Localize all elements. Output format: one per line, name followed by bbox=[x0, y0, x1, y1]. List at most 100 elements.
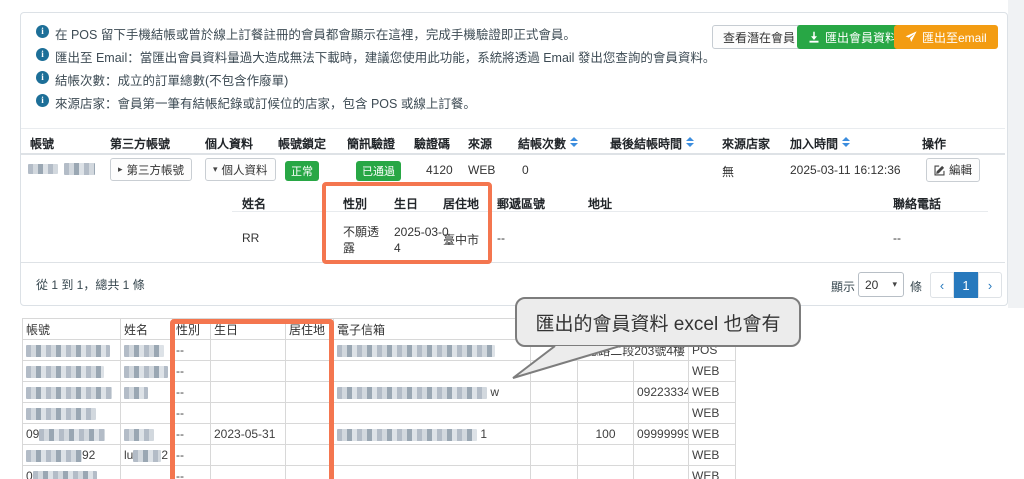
export-members-label: 匯出會員資料 bbox=[825, 29, 897, 46]
detail-phone-value: -- bbox=[893, 231, 901, 245]
page-size-select[interactable]: 20 ▾ bbox=[858, 272, 904, 297]
info-icon: i bbox=[36, 48, 49, 61]
account-fragment: 92 bbox=[82, 448, 95, 462]
col-header-sms: 簡訊驗證 bbox=[347, 135, 395, 152]
checkout-count-value: 0 bbox=[522, 163, 529, 177]
edit-button[interactable]: 編輯 bbox=[926, 158, 980, 182]
col-header-code: 驗證碼 bbox=[414, 135, 450, 152]
caret-right-icon: ▸ bbox=[118, 165, 123, 175]
next-page-button[interactable]: › bbox=[978, 272, 1002, 298]
export-members-button[interactable]: 匯出會員資料 bbox=[797, 25, 908, 49]
excel-row: 92 lu2 -- WEB bbox=[23, 445, 736, 466]
redacted-email bbox=[337, 429, 477, 441]
source-value: WEB bbox=[468, 163, 495, 177]
page-size-show-label: 顯示 bbox=[831, 278, 855, 295]
origin-store-value: 無 bbox=[722, 163, 734, 180]
redacted-account bbox=[64, 163, 95, 175]
col-header-lock: 帳號鎖定 bbox=[278, 135, 326, 152]
redacted-account bbox=[26, 366, 104, 378]
redacted-account bbox=[26, 345, 110, 357]
email-fragment: 1 bbox=[480, 427, 487, 441]
email-fragment: w bbox=[490, 385, 499, 399]
excel-header-email: 電子信箱 bbox=[334, 319, 531, 340]
detail-header-zip: 郵遞區號 bbox=[497, 195, 545, 212]
notice-line: i 結帳次數：成立的訂單總數(不包含作廢單) bbox=[36, 70, 288, 89]
detail-header-phone: 聯絡電話 bbox=[893, 195, 941, 212]
highlight-box-spreadsheet bbox=[170, 319, 334, 479]
caret-down-icon: ▾ bbox=[213, 165, 218, 175]
redacted-account bbox=[39, 429, 105, 441]
redacted-name bbox=[124, 366, 168, 378]
detail-name-value: RR bbox=[242, 231, 259, 245]
col-header-join-time[interactable]: 加入時間 bbox=[790, 135, 850, 152]
notice-text: 在 POS 留下手機結帳或曾於線上訂餐註冊的會員都會顯示在這裡，完成手機驗證即正… bbox=[55, 24, 576, 43]
source-cell: WEB bbox=[689, 361, 736, 382]
personal-info-label: 個人資料 bbox=[222, 162, 268, 178]
redacted-account bbox=[26, 387, 112, 399]
callout-bubble: 匯出的會員資料 excel 也會有 bbox=[515, 297, 801, 347]
label: 最後結帳時間 bbox=[610, 137, 682, 151]
export-email-button[interactable]: 匯出至email bbox=[894, 25, 998, 49]
col-header-origin-store: 來源店家 bbox=[722, 135, 770, 152]
phone-cell: 09999999 bbox=[634, 424, 689, 445]
scroll-track[interactable] bbox=[1008, 0, 1024, 308]
personal-info-button[interactable]: ▾ 個人資料 bbox=[205, 158, 276, 181]
detail-header-name: 姓名 bbox=[242, 195, 266, 212]
download-icon bbox=[808, 31, 820, 43]
redacted-email bbox=[337, 387, 487, 399]
edit-pencil-icon bbox=[934, 165, 945, 176]
excel-header-account: 帳號 bbox=[23, 319, 121, 340]
redacted-account bbox=[26, 450, 82, 462]
amount-cell: 100 bbox=[578, 424, 634, 445]
notice-text: 結帳次數：成立的訂單總數(不包含作廢單) bbox=[55, 70, 288, 89]
export-email-label: 匯出至email bbox=[922, 29, 987, 46]
name-fragment: 2 bbox=[161, 448, 168, 462]
col-header-actions: 操作 bbox=[922, 135, 946, 152]
redacted-account bbox=[28, 164, 58, 174]
notice-line: i 在 POS 留下手機結帳或曾於線上訂餐註冊的會員都會顯示在這裡，完成手機驗證… bbox=[36, 24, 576, 43]
phone-cell: 09223334 bbox=[634, 382, 689, 403]
excel-row: -- WEB bbox=[23, 403, 736, 424]
source-cell: WEB bbox=[689, 424, 736, 445]
redacted-name bbox=[124, 345, 164, 357]
excel-row: 0 -- WEB bbox=[23, 466, 736, 479]
prev-page-button[interactable]: ‹ bbox=[930, 272, 954, 298]
member-admin-screen: i 在 POS 留下手機結帳或曾於線上訂餐註冊的會員都會顯示在這裡，完成手機驗證… bbox=[0, 0, 1024, 479]
third-party-account-label: 第三方帳號 bbox=[127, 162, 185, 178]
page-size-value: 20 bbox=[865, 278, 878, 292]
account-fragment: 09 bbox=[26, 427, 39, 441]
source-cell: WEB bbox=[689, 466, 736, 479]
divider bbox=[21, 128, 1005, 129]
notice-line: i 來源店家：會員第一筆有結帳紀錄或訂候位的店家，包含 POS 或線上訂餐。 bbox=[36, 93, 476, 112]
excel-header-name: 姓名 bbox=[121, 319, 173, 340]
info-icon: i bbox=[36, 94, 49, 107]
info-icon: i bbox=[36, 25, 49, 38]
excel-row: -- w 09223334 WEB bbox=[23, 382, 736, 403]
col-header-account: 帳號 bbox=[30, 135, 54, 152]
page-size-unit-label: 條 bbox=[910, 278, 922, 295]
col-header-source: 來源 bbox=[468, 135, 492, 152]
redacted-name bbox=[124, 429, 154, 441]
col-header-checkout-count[interactable]: 結帳次數 bbox=[518, 135, 578, 152]
source-cell: WEB bbox=[689, 403, 736, 424]
sort-icon[interactable] bbox=[686, 137, 694, 147]
col-header-last-checkout[interactable]: 最後結帳時間 bbox=[610, 135, 694, 152]
name-fragment: lu bbox=[124, 448, 133, 462]
label: 結帳次數 bbox=[518, 137, 566, 151]
callout-text: 匯出的會員資料 excel 也會有 bbox=[536, 309, 781, 336]
page-1-button[interactable]: 1 bbox=[954, 272, 978, 298]
sort-icon[interactable] bbox=[570, 137, 578, 147]
sort-icon[interactable] bbox=[842, 137, 850, 147]
third-party-account-button[interactable]: ▸ 第三方帳號 bbox=[110, 158, 192, 181]
highlight-box-detail bbox=[322, 182, 492, 264]
notice-text: 來源店家：會員第一筆有結帳紀錄或訂候位的店家，包含 POS 或線上訂餐。 bbox=[55, 93, 476, 112]
excel-row: 09 -- 2023-05-31 1 100 09999999 WEB bbox=[23, 424, 736, 445]
detail-header-address: 地址 bbox=[588, 195, 612, 212]
chevron-down-icon: ▾ bbox=[892, 280, 897, 290]
info-icon: i bbox=[36, 71, 49, 84]
verify-code-value: 4120 bbox=[426, 163, 453, 177]
source-cell: WEB bbox=[689, 445, 736, 466]
pager: ‹ 1 › bbox=[930, 272, 1002, 298]
view-potential-members-button[interactable]: 查看潛在會員 bbox=[712, 25, 806, 49]
divider bbox=[21, 262, 1005, 263]
